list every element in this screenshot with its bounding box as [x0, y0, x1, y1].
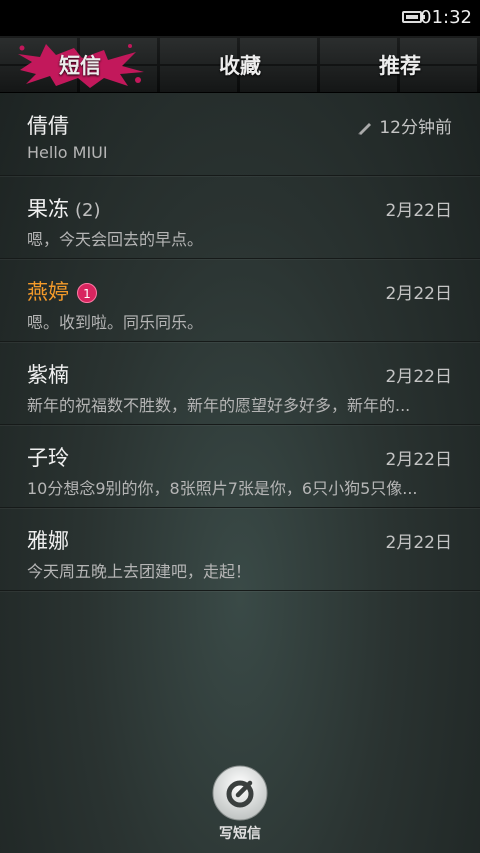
contact-name: 雅娜: [27, 529, 69, 553]
compose-button-label[interactable]: 写短信: [200, 823, 280, 843]
conversation-row[interactable]: 果冻 (2) 2月22日 嗯，今天会回去的早点。: [0, 176, 480, 259]
message-preview: 新年的祝福数不胜数，新年的愿望好多好多，新年的...: [27, 396, 411, 415]
message-count: (2): [75, 200, 101, 221]
message-preview: 今天周五晚上去团建吧，走起！: [27, 562, 252, 581]
conversation-row[interactable]: 子玲 2月22日 10分想念9别的你，8张照片7张是你，6只小狗5只像...: [0, 425, 480, 508]
message-date: 2月22日: [385, 533, 452, 553]
pencil-icon: [358, 123, 372, 135]
conversation-row[interactable]: 倩倩 12分钟前 Hello MIUI: [0, 93, 480, 176]
message-preview: 嗯，今天会回去的早点。: [27, 230, 204, 249]
contact-name: 紫楠: [27, 363, 69, 387]
compose-icon[interactable]: [212, 765, 268, 821]
status-bar: 01:32: [0, 0, 480, 36]
tab-favorites[interactable]: 收藏: [180, 50, 300, 80]
contact-name: 倩倩: [27, 114, 69, 138]
tab-sms[interactable]: 短信: [20, 50, 140, 80]
conversation-list: 倩倩 12分钟前 Hello MIUI 果冻 (2) 2月22日 嗯，今天会回去的…: [0, 93, 480, 591]
unread-badge: 1: [77, 283, 97, 303]
message-date-text: 12分钟前: [379, 118, 452, 138]
contact-name-text: 果冻: [27, 197, 69, 221]
contact-name: 燕婷 1: [27, 276, 97, 306]
tab-recommended[interactable]: 推荐: [340, 50, 460, 80]
contact-name: 果冻 (2): [27, 193, 101, 223]
message-date: 12分钟前: [357, 113, 452, 138]
status-time: 01:32: [420, 7, 472, 28]
message-date: 2月22日: [385, 201, 452, 221]
message-preview: 嗯。收到啦。同乐同乐。: [27, 313, 204, 332]
battery-icon: [402, 11, 425, 23]
contact-name-text: 燕婷: [27, 280, 69, 304]
message-preview: 10分想念9别的你，8张照片7张是你，6只小狗5只像...: [27, 479, 418, 498]
conversation-row[interactable]: 雅娜 2月22日 今天周五晚上去团建吧，走起！: [0, 508, 480, 591]
message-preview: Hello MIUI: [27, 143, 108, 162]
message-date: 2月22日: [385, 284, 452, 304]
conversation-row[interactable]: 紫楠 2月22日 新年的祝福数不胜数，新年的愿望好多好多，新年的...: [0, 342, 480, 425]
contact-name: 子玲: [27, 446, 69, 470]
message-date: 2月22日: [385, 450, 452, 470]
conversation-row[interactable]: 燕婷 1 2月22日 嗯。收到啦。同乐同乐。: [0, 259, 480, 342]
message-date: 2月22日: [385, 367, 452, 387]
